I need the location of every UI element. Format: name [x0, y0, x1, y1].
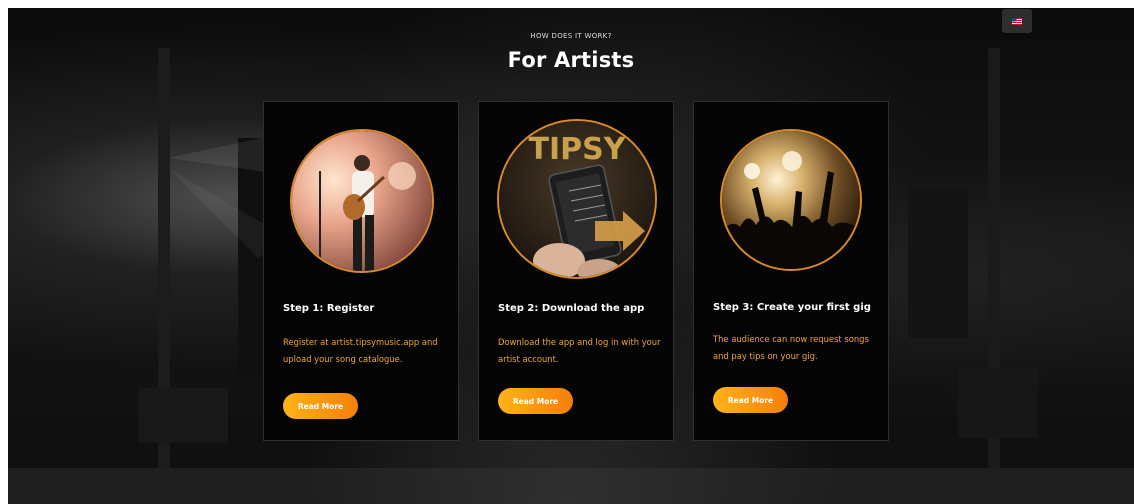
section-title: For Artists: [507, 48, 635, 72]
step-description: Download the app and log in with your ar…: [498, 337, 661, 364]
read-more-button[interactable]: Read More: [283, 393, 358, 419]
guitarist-photo: [290, 129, 434, 273]
section-eyebrow: HOW DOES IT WORK?: [530, 32, 612, 40]
hero-section: HOW DOES IT WORK? For Artists Step 1: Re…: [8, 8, 1134, 504]
step-card-download-app: TIPSY Step 2: Download the app Download …: [478, 101, 674, 441]
crowd-photo: [720, 129, 862, 271]
step-description: The audience can now request songs and p…: [713, 334, 869, 361]
step-title: Step 3: Create your first gig: [713, 302, 871, 313]
step-title: Step 1: Register: [283, 303, 375, 314]
language-selector-button[interactable]: [1002, 9, 1032, 33]
read-more-button[interactable]: Read More: [713, 387, 788, 413]
tipsy-logo-text: TIPSY: [529, 132, 627, 167]
phone-app-photo: TIPSY: [497, 119, 657, 279]
step-title: Step 2: Download the app: [498, 303, 645, 314]
step-description: Register at artist.tipsymusic.app and up…: [283, 337, 438, 364]
step-card-register: Step 1: Register Register at artist.tips…: [263, 101, 459, 441]
read-more-button[interactable]: Read More: [498, 388, 573, 414]
us-flag-icon: [1012, 17, 1022, 25]
step-card-create-gig: Step 3: Create your first gig The audien…: [693, 101, 889, 441]
